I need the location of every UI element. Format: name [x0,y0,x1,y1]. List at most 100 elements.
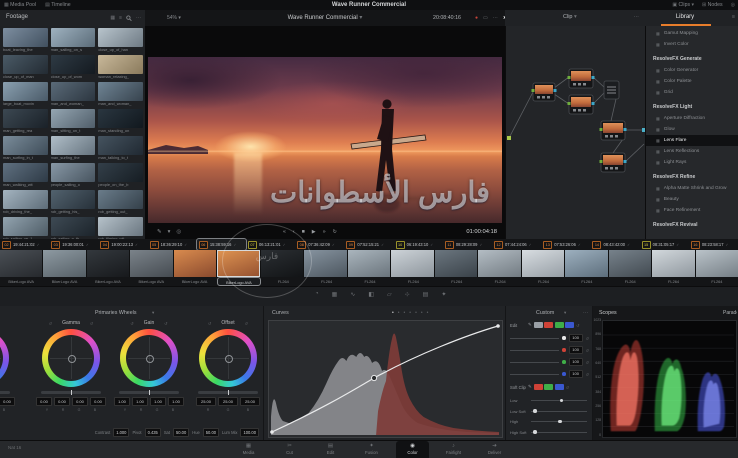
curves-graph[interactable] [268,320,503,438]
nodes-toggle[interactable]: ⊞ Nodes [702,2,723,8]
loop-icon[interactable]: ↻ [333,229,337,235]
page-fairlight[interactable]: ♪Fairlight [437,441,470,458]
custom-title[interactable]: Custom [536,310,554,316]
timeline-clip-thumbnail[interactable] [522,250,564,277]
timeline-clip-label[interactable]: FL264 [349,277,391,286]
media-clip-thumbnail[interactable] [98,163,143,182]
mixer-node[interactable] [604,81,619,99]
clip-chip[interactable]: 1006:19:43:10✓ [394,239,443,250]
timeline-clip-label[interactable]: BikerLogo AVA [0,277,42,286]
wheel-value[interactable]: 0.00 [54,397,70,406]
more-options-icon[interactable]: ··· [136,15,141,22]
media-clip-thumbnail[interactable] [3,55,48,74]
more-viewer-icon[interactable]: ··· [493,15,498,21]
channel-dot[interactable] [562,360,566,364]
reset-icon[interactable]: ↺ [208,321,211,326]
search-icon[interactable] [126,15,132,22]
timeline-clip-label[interactable]: BikerLogo AVA [130,277,172,286]
media-clip-thumbnail[interactable] [98,28,143,47]
adjust-value[interactable]: 1.000 [113,428,129,437]
media-clip[interactable]: man_talking_to_t [98,136,143,161]
media-clip-thumbnail[interactable] [98,190,143,209]
curves-page-dot[interactable]: • [409,310,411,316]
media-clip[interactable]: man_sailing_on_s [51,28,96,53]
channel-dot[interactable] [562,336,566,340]
library-item[interactable]: ▦Beauty [646,194,738,205]
corrector-node-4[interactable] [600,121,627,140]
slider-knob[interactable] [533,409,537,413]
bin-title[interactable]: Footage [6,14,28,20]
media-clip[interactable]: man_sitting_on_t [51,109,96,134]
timeline-clip-label[interactable]: BikerLogo AVA [217,277,261,286]
timeline-clip-label[interactable]: FL264 [652,277,694,286]
reset-icon[interactable]: ↺ [164,321,167,326]
timeline-clip-thumbnail[interactable] [565,250,607,277]
corrector-node-3[interactable] [568,95,595,114]
scope-mode-select[interactable]: Parade [723,310,737,316]
media-clip[interactable]: man_getting_rea [3,109,48,134]
wheel-value[interactable]: 1.00 [150,397,166,406]
color-wheel-control[interactable] [199,329,257,387]
page-edit[interactable]: ▤Edit [314,441,347,458]
timeline-clip-label[interactable]: FL264 [479,277,521,286]
media-clip-thumbnail[interactable] [51,109,96,128]
media-clip-thumbnail[interactable] [51,217,96,236]
viewer-gear-icon[interactable]: ◎ [176,229,181,235]
media-clip[interactable]: close_up_of_man [3,55,48,80]
master-wheel-slider[interactable] [198,391,258,394]
channel-value[interactable]: 100 [569,370,583,378]
media-clip-thumbnail[interactable] [3,163,48,182]
step-back-icon[interactable]: ‹ [293,229,295,235]
wheel-center-handle[interactable] [146,355,154,363]
media-clip-thumbnail[interactable] [3,190,48,209]
media-clip-thumbnail[interactable] [98,109,143,128]
media-clip-thumbnail[interactable] [98,55,143,74]
timeline-clip-label[interactable]: FL264 [392,277,434,286]
library-item[interactable]: ▦Light Rays [646,157,738,168]
library-item[interactable]: ▦Aperture Diffraction [646,113,738,124]
stop-icon[interactable]: ■ [302,229,305,235]
color-wheels-icon[interactable]: ▦ [332,291,338,298]
channel-value[interactable]: 100 [569,346,583,354]
corrector-node-1[interactable] [532,83,557,101]
channel-value[interactable]: 100 [569,334,583,342]
node-graph-panel[interactable] [505,26,646,240]
curve-swatch[interactable] [544,322,553,328]
clip-chip[interactable]: 0907:52:15:21✓ [344,239,393,250]
clip-chip[interactable]: 1508:31:05:17✓ [640,239,689,250]
media-clip-thumbnail[interactable] [3,82,48,101]
wheel-value[interactable]: 1.00 [132,397,148,406]
reset-icon[interactable]: ↺ [130,321,133,326]
timeline-clip-thumbnail[interactable] [391,250,433,277]
timeline-clip-thumbnail[interactable] [304,250,346,277]
clip-chip[interactable]: 0615:38:59:16✓ [197,239,246,250]
slider-knob[interactable] [560,399,564,403]
library-item[interactable]: ▦Lens Flare [646,135,738,146]
clip-chip[interactable]: 1608:23:58:17✓ [689,239,738,250]
media-clip[interactable]: woman_relaxing_ [98,55,143,80]
timeline-clip-label[interactable]: FL264 [696,277,738,286]
soft-clip-pen-icon[interactable]: ✎ [528,384,532,390]
list-view-icon[interactable]: ≡ [119,15,122,22]
play-icon[interactable]: ▶ [312,229,316,235]
channel-dot[interactable] [562,348,566,352]
timeline-clip-thumbnail[interactable] [652,250,694,277]
media-clip[interactable]: rob_driving_the_ [3,190,48,215]
pen-dropdown-icon[interactable]: ▾ [168,229,171,235]
wheel-value[interactable]: 1.00 [168,397,184,406]
timeline-clip-label[interactable]: BikerLogo AVA [43,277,85,286]
color-wheel-control[interactable] [42,329,100,387]
color-wheel-control[interactable] [0,329,9,387]
wheel-value[interactable]: 0.00 [36,397,52,406]
adjust-value[interactable]: 50.00 [173,428,189,437]
media-clip[interactable]: close_up_of_wom [51,55,96,80]
media-clip[interactable]: rob_getting_his_ [51,190,96,215]
library-item[interactable]: ▦Invert Color [646,39,738,50]
media-clip[interactable]: man_walking_wit [3,163,48,188]
media-clip-thumbnail[interactable] [51,28,96,47]
channel-dot[interactable] [562,372,566,376]
timeline-clip-thumbnail[interactable] [696,250,738,277]
timeline-clip-thumbnail[interactable] [478,250,520,277]
master-wheel-slider[interactable] [0,391,10,394]
media-clip-thumbnail[interactable] [3,28,48,47]
